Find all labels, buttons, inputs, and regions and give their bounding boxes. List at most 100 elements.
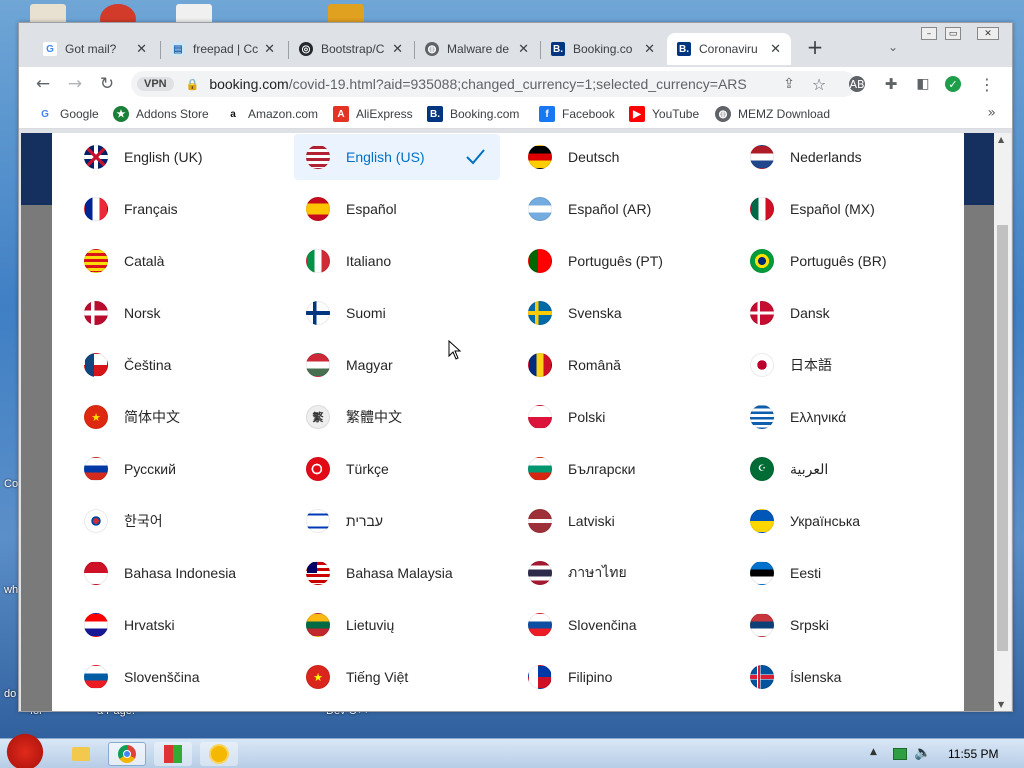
language-option-ph[interactable]: Filipino (516, 654, 722, 700)
close-tab-icon[interactable]: ✕ (644, 41, 655, 57)
language-option-sa[interactable]: ☪ العربية (738, 446, 944, 492)
share-icon[interactable]: ⇪ (779, 74, 799, 94)
language-option-il[interactable]: עברית (294, 498, 500, 544)
clock[interactable]: 11:55 PM (948, 747, 998, 761)
language-option-si[interactable]: Slovenščina (72, 654, 278, 700)
language-option-dk[interactable]: Dansk (738, 290, 944, 336)
maximize-button[interactable]: ▭ (945, 27, 961, 40)
language-option-id[interactable]: Bahasa Indonesia (72, 550, 278, 596)
close-window-button[interactable]: ✕ (977, 27, 999, 40)
language-option-gr[interactable]: Ελληνικά (738, 394, 944, 440)
side-panel-icon[interactable]: ◧ (913, 74, 933, 94)
language-option-mx[interactable]: Español (MX) (738, 186, 944, 232)
volume-tray-icon[interactable]: 🔈 (914, 745, 931, 761)
language-option-fr[interactable]: Français (72, 186, 278, 232)
adblock-extension-icon[interactable]: AB (849, 76, 865, 92)
forward-button[interactable]: → (65, 74, 85, 94)
language-option-ua[interactable]: Українська (738, 498, 944, 544)
tab-search-button[interactable]: ⌄ (883, 37, 903, 57)
tab-4[interactable]: ◍ Malware de ✕ (415, 33, 539, 65)
language-option-tr[interactable]: Türkçe (294, 446, 500, 492)
reload-button[interactable]: ↻ (97, 74, 117, 94)
language-option-bg[interactable]: Български (516, 446, 722, 492)
url-domain: booking.com (209, 76, 289, 92)
close-tab-icon[interactable]: ✕ (518, 41, 529, 57)
language-option-ro[interactable]: Română (516, 342, 722, 388)
language-option-it[interactable]: Italiano (294, 238, 500, 284)
language-option-hu[interactable]: Magyar (294, 342, 500, 388)
bookmark-google[interactable]: G Google (37, 106, 99, 122)
language-option-th[interactable]: ภาษาไทย (516, 550, 722, 596)
chrome-taskbar-icon[interactable] (108, 742, 146, 766)
close-tab-icon[interactable]: ✕ (392, 41, 403, 57)
app-taskbar-icon[interactable] (154, 742, 192, 766)
language-label: Español (MX) (790, 201, 875, 217)
close-tab-icon[interactable]: ✕ (264, 41, 275, 57)
language-option-jp[interactable]: 日本語 (738, 342, 944, 388)
minimize-button[interactable]: – (921, 27, 937, 40)
bookmarks-overflow-icon[interactable]: » (987, 105, 996, 121)
language-option-se[interactable]: Svenska (516, 290, 722, 336)
language-option-no[interactable]: Norsk (72, 290, 278, 336)
language-option-lv[interactable]: Latviski (516, 498, 722, 544)
start-button-angry-bird-icon[interactable] (4, 731, 46, 768)
tab-2[interactable]: ▤ freepad | Cc ✕ (161, 33, 285, 65)
language-option-ru[interactable]: Русский (72, 446, 278, 492)
language-option-cz[interactable]: Čeština (72, 342, 278, 388)
tab-1[interactable]: G Got mail? ✕ (33, 33, 157, 65)
tab-6[interactable]: B. Coronaviru ✕ (667, 33, 791, 65)
scroll-up-arrow[interactable]: ▲ (998, 135, 1004, 144)
scrollbar-thumb[interactable] (997, 225, 1008, 651)
language-option-kr[interactable]: 한국어 (72, 498, 278, 544)
tab-3[interactable]: ◎ Bootstrap/C ✕ (289, 33, 413, 65)
language-option-ca[interactable]: Català (72, 238, 278, 284)
sun-app-taskbar-icon[interactable] (200, 742, 238, 766)
network-tray-icon[interactable] (893, 748, 907, 760)
tray-arrow-icon[interactable]: ▲ (870, 747, 877, 757)
bookmark-facebook[interactable]: f Facebook (539, 106, 615, 122)
language-option-rs[interactable]: Srpski (738, 602, 944, 648)
new-tab-button[interactable]: + (805, 35, 825, 59)
vpn-badge[interactable]: VPN (137, 77, 174, 91)
extensions-puzzle-icon[interactable]: ✚ (881, 74, 901, 94)
bookmark-booking-com[interactable]: B. Booking.com (427, 106, 519, 122)
bookmark-addons-store[interactable]: ★ Addons Store (113, 106, 209, 122)
omnibox[interactable]: VPN 🔒 booking.com/covid-19.html?aid=9350… (131, 71, 856, 97)
language-option-is[interactable]: Íslenska (738, 654, 944, 700)
language-option-ee[interactable]: Eesti (738, 550, 944, 596)
language-option-cn[interactable]: ★ 简体中文 (72, 394, 278, 440)
language-option-uk[interactable]: English (UK) (72, 134, 278, 180)
back-button[interactable]: ← (33, 74, 53, 94)
language-option-my[interactable]: Bahasa Malaysia (294, 550, 500, 596)
language-option-fi[interactable]: Suomi (294, 290, 500, 336)
close-tab-icon[interactable]: ✕ (136, 41, 147, 57)
language-option-lt[interactable]: Lietuvių (294, 602, 500, 648)
tab-5[interactable]: B. Booking.co ✕ (541, 33, 665, 65)
shield-extension-icon[interactable]: ✓ (945, 76, 961, 92)
scroll-down-arrow[interactable]: ▼ (998, 700, 1004, 709)
bookmark-amazon-com[interactable]: a Amazon.com (225, 106, 318, 122)
bookmark-aliexpress[interactable]: A AliExpress (333, 106, 413, 122)
language-option-hr[interactable]: Hrvatski (72, 602, 278, 648)
lock-icon[interactable]: 🔒 (186, 78, 200, 91)
language-option-de[interactable]: Deutsch (516, 134, 722, 180)
language-option-ar[interactable]: Español (AR) (516, 186, 722, 232)
bookmark-youtube[interactable]: ▶ YouTube (629, 106, 699, 122)
language-option-vn[interactable]: ★ Tiếng Việt (294, 654, 500, 700)
flag-tw-icon: 繁 (306, 405, 330, 429)
language-option-es[interactable]: Español (294, 186, 500, 232)
language-option-br[interactable]: Português (BR) (738, 238, 944, 284)
explorer-icon[interactable] (62, 742, 100, 766)
language-option-pl[interactable]: Polski (516, 394, 722, 440)
scrollbar[interactable]: ▲ ▼ (994, 133, 1011, 711)
flag-is-icon (750, 665, 774, 689)
language-option-tw[interactable]: 繁繁體中文 (294, 394, 500, 440)
bookmark-memz-download[interactable]: ◍ MEMZ Download (715, 106, 830, 122)
language-option-nl[interactable]: Nederlands (738, 134, 944, 180)
close-tab-icon[interactable]: ✕ (770, 41, 781, 57)
language-option-us[interactable]: English (US) (294, 134, 500, 180)
menu-kebab-icon[interactable]: ⋮ (977, 74, 997, 94)
language-option-pt[interactable]: Português (PT) (516, 238, 722, 284)
language-option-sk[interactable]: Slovenčina (516, 602, 722, 648)
bookmark-star-icon[interactable]: ☆ (809, 74, 829, 94)
